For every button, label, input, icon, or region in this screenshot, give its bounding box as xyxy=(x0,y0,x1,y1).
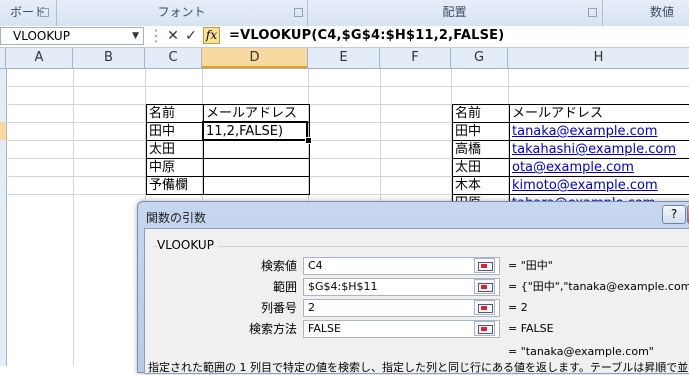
ribbon-group-label: 配置 xyxy=(442,5,467,19)
cancel-icon[interactable]: ✕ xyxy=(166,28,180,44)
table-row: 中原 xyxy=(147,159,310,177)
table-cell-name[interactable]: 高橋 xyxy=(453,141,510,159)
function-description: 指定された範囲の 1 列目で特定の値を検索し、指定した列と同じ行にある値を返しま… xyxy=(148,361,689,374)
column-headers: A B C D E F G H xyxy=(0,48,689,69)
formula-bar-grip-icon: ⋮ xyxy=(148,26,164,45)
table-row: 木本 kimoto@example.com xyxy=(453,177,689,195)
table-header-cell[interactable]: 名前 xyxy=(453,105,510,123)
function-arguments-dialog: 関数の引数 ? VLOOKUP 検索値 C4 = "田中" 範囲 $G$4:$H… xyxy=(137,201,689,374)
table-cell-name[interactable]: 田中 xyxy=(147,123,204,141)
alignment-dialog-launcher-icon[interactable] xyxy=(588,8,597,17)
table-cell-name[interactable]: 太田 xyxy=(147,141,204,159)
collapse-dialog-icon[interactable] xyxy=(474,300,495,315)
table-cell-name[interactable]: 中原 xyxy=(147,159,204,177)
table-row: 予備欄 xyxy=(147,177,310,195)
ribbon-group-alignment: 配置 xyxy=(307,0,603,26)
column-header-a[interactable]: A xyxy=(6,48,73,68)
column-header-d[interactable]: D xyxy=(202,48,308,68)
table-cell-email[interactable] xyxy=(204,141,310,159)
lookup-range-table: 名前 メールアドレス 田中 tanaka@example.com 高橋 taka… xyxy=(452,104,689,213)
chevron-down-icon[interactable]: ▼ xyxy=(132,28,139,44)
column-header-f[interactable]: F xyxy=(380,48,451,68)
email-link[interactable]: tanaka@example.com xyxy=(510,123,689,141)
font-dialog-launcher-icon[interactable] xyxy=(294,8,303,17)
table-header-cell[interactable]: 名前 xyxy=(147,105,204,123)
ribbon-group-label: 数値 xyxy=(649,5,674,19)
arg-result: = FALSE xyxy=(508,322,554,335)
table-header-cell[interactable]: メールアドレス xyxy=(510,105,689,123)
collapse-dialog-icon[interactable] xyxy=(474,321,495,336)
column-header-e[interactable]: E xyxy=(308,48,380,68)
table-row: 太田 xyxy=(147,141,310,159)
arg-label-range-lookup: 検索方法 xyxy=(248,322,297,336)
table-array-input[interactable]: $G$4:$H$11 xyxy=(303,278,500,296)
table-cell-name[interactable]: 予備欄 xyxy=(147,177,204,195)
table-header-row: 名前 メールアドレス xyxy=(453,105,689,123)
row-header-selected[interactable] xyxy=(0,122,6,140)
row-headers[interactable] xyxy=(0,69,7,366)
email-link[interactable]: kimoto@example.com xyxy=(510,177,689,195)
arg-label-table-array: 範囲 xyxy=(272,280,297,294)
column-header-h[interactable]: H xyxy=(508,48,689,68)
collapse-dialog-icon[interactable] xyxy=(474,279,495,294)
insert-function-button[interactable]: fx xyxy=(203,27,220,44)
formula-bar: VLOOKUP ▼ ⋮ ✕ ✓ fx =VLOOKUP(C4,$G$4:$H$1… xyxy=(0,26,689,48)
range-lookup-input[interactable]: FALSE xyxy=(303,320,500,338)
table-row: 高橋 takahashi@example.com xyxy=(453,141,689,159)
enter-icon[interactable]: ✓ xyxy=(184,28,198,44)
email-link[interactable]: ota@example.com xyxy=(510,159,689,177)
column-header-c[interactable]: C xyxy=(145,48,202,68)
arg-label-col-index: 列番号 xyxy=(260,301,297,315)
group-divider xyxy=(153,246,689,247)
email-link[interactable]: takahashi@example.com xyxy=(510,141,689,159)
function-name: VLOOKUP xyxy=(157,238,218,252)
col-index-input[interactable]: 2 xyxy=(303,299,500,317)
table-cell-name[interactable]: 木本 xyxy=(453,177,510,195)
collapse-dialog-icon[interactable] xyxy=(474,258,495,273)
dialog-title: 関数の引数 xyxy=(146,211,207,225)
dialog-body: VLOOKUP 検索値 C4 = "田中" 範囲 $G$4:$H$11 = {"… xyxy=(144,228,689,374)
table-row: 太田 ota@example.com xyxy=(453,159,689,177)
column-header-b[interactable]: B xyxy=(73,48,145,68)
active-cell-border xyxy=(202,121,308,141)
name-box[interactable]: VLOOKUP ▼ xyxy=(0,27,144,45)
table-row: 田中 tanaka@example.com xyxy=(453,123,689,141)
ribbon-group-font: フォント xyxy=(56,0,308,26)
arg-result: = {"田中","tanaka@example.com";"高 xyxy=(508,280,689,293)
lookup-value-input[interactable]: C4 xyxy=(303,257,500,275)
ribbon-group-label: フォント xyxy=(157,5,206,19)
arg-label-lookup-value: 検索値 xyxy=(260,259,297,273)
arg-result: = "田中" xyxy=(508,259,553,272)
table-cell-email[interactable] xyxy=(204,177,310,195)
name-box-value: VLOOKUP xyxy=(13,29,70,43)
lookup-input-table: 名前 メールアドレス 田中 11,2,FALSE) 太田 中原 予備欄 xyxy=(146,104,310,195)
fill-handle[interactable] xyxy=(305,137,312,144)
arg-result: = 2 xyxy=(508,301,528,314)
table-cell-email[interactable] xyxy=(204,159,310,177)
column-header-g[interactable]: G xyxy=(451,48,508,68)
help-button[interactable]: ? xyxy=(662,205,686,224)
ribbon-group-labels: ボード フォント 配置 数値 xyxy=(0,0,689,27)
clipboard-dialog-launcher-icon[interactable] xyxy=(40,8,49,17)
ribbon-group-number: 数値 xyxy=(602,0,689,26)
formula-input[interactable]: =VLOOKUP(C4,$G$4:$H$11,2,FALSE) xyxy=(229,27,504,45)
table-cell-name[interactable]: 太田 xyxy=(453,159,510,177)
table-cell-name[interactable]: 田中 xyxy=(453,123,510,141)
